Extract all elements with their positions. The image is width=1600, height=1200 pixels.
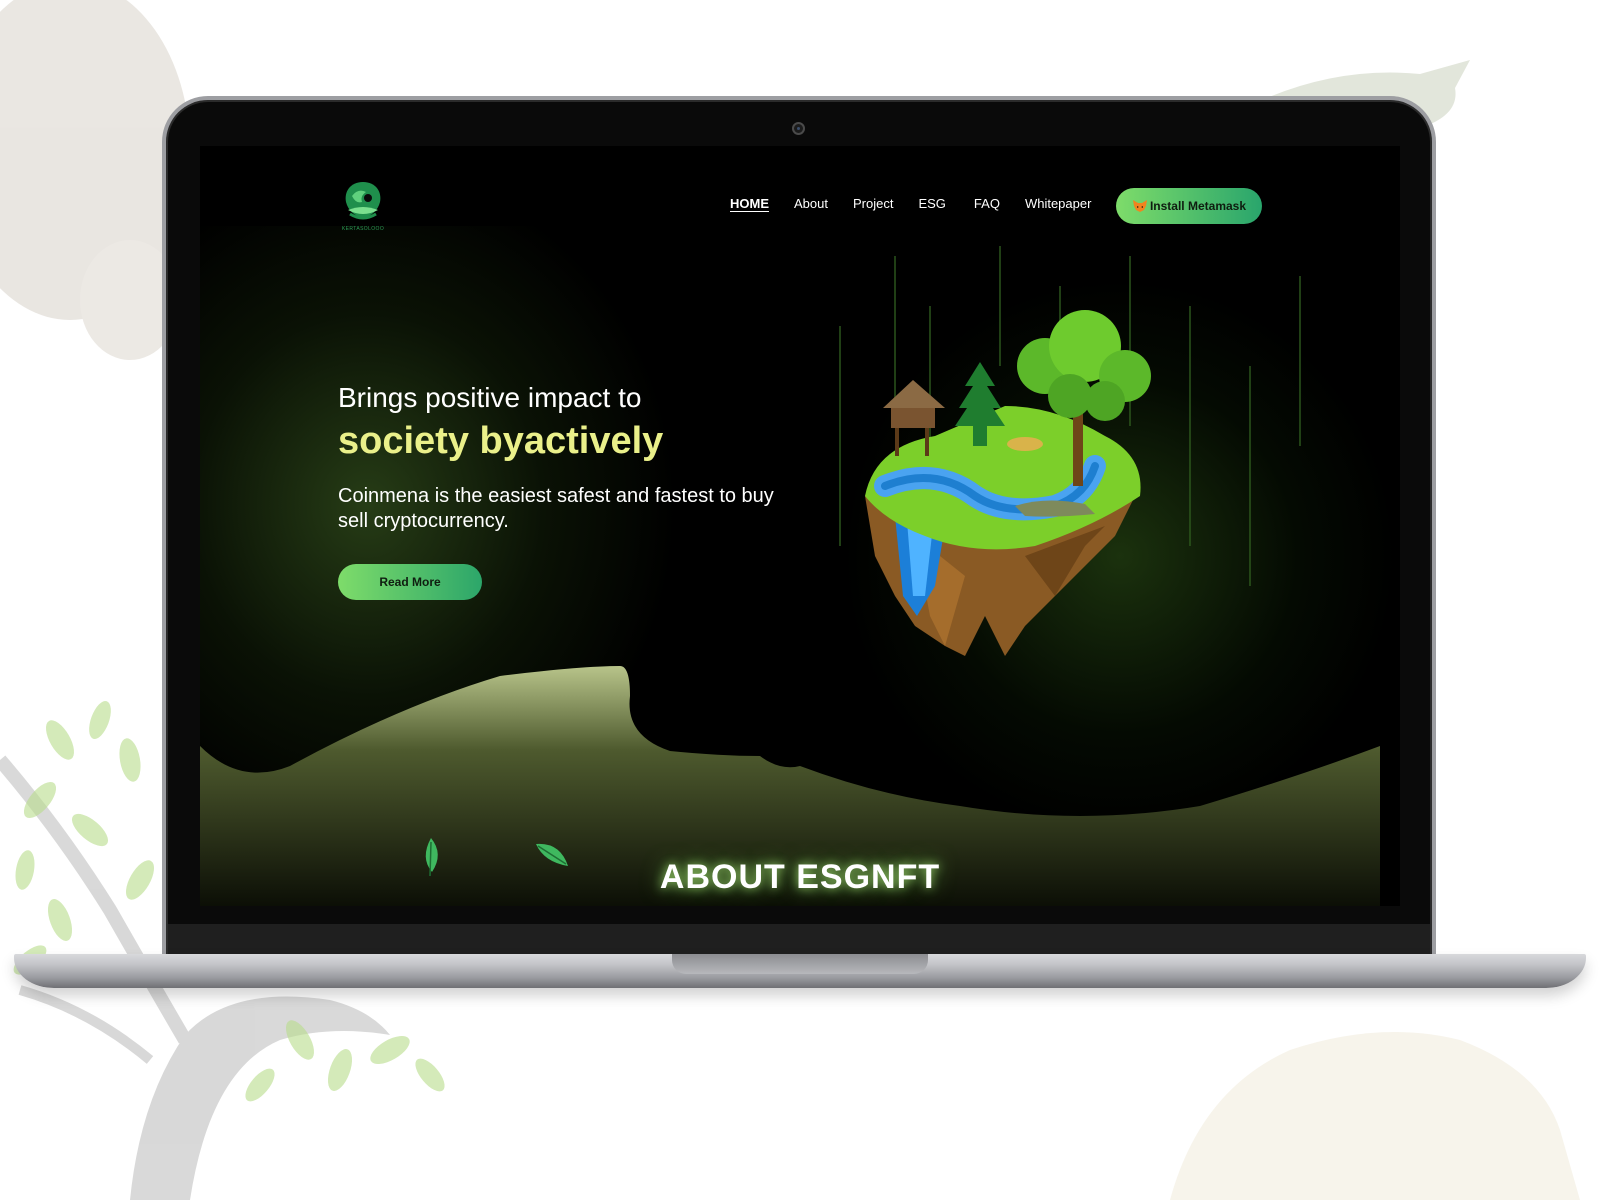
about-heading: ABOUT ESGNFT — [659, 858, 941, 896]
nav-esg[interactable]: ESG — [918, 196, 945, 211]
install-metamask-label: Install Metamask — [1149, 199, 1247, 213]
nav-about[interactable]: About — [794, 196, 828, 211]
main-nav: HOME About Project ESG FAQ Whitepaper — [730, 190, 1116, 216]
website-screen: KERTASOLOOO HOME About Project ESG FAQ W… — [200, 146, 1400, 906]
read-more-button[interactable]: Read More — [338, 564, 482, 600]
nav-project[interactable]: Project — [853, 196, 893, 211]
hero-description: Coinmena is the easiest safest and faste… — [338, 485, 774, 532]
screen-bezel — [168, 924, 1430, 956]
hero-title-line2: society byactively — [338, 420, 664, 462]
logo-caption: KERTASOLOOO — [341, 226, 385, 232]
nav-whitepaper[interactable]: Whitepaper — [1025, 196, 1091, 211]
nav-faq[interactable]: FAQ — [974, 196, 1000, 211]
webcam-icon — [792, 122, 805, 135]
laptop-notch — [672, 954, 928, 974]
install-metamask-button[interactable]: Install Metamask — [1116, 188, 1262, 224]
hero-title-line1: Brings positive impact to — [338, 382, 642, 413]
floating-island-illustration — [865, 310, 1151, 656]
metamask-fox-icon — [1132, 200, 1147, 212]
nav-home[interactable]: HOME — [730, 196, 769, 211]
